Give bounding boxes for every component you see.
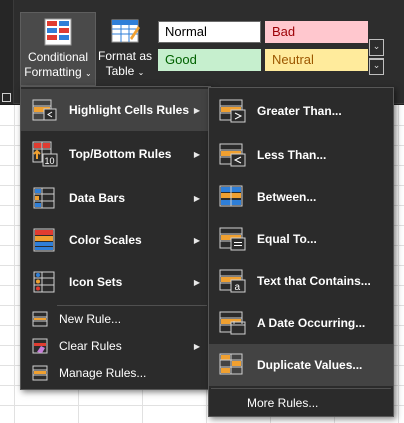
conditional-formatting-label-1: Conditional (27, 50, 89, 64)
icon-sets-icon (21, 271, 69, 293)
menu-item-data-bars[interactable]: Data Bars ▶ (21, 177, 210, 219)
format-as-table-label-2: Table ⌄ (98, 64, 152, 80)
highlight-cells-rules-icon (21, 99, 69, 121)
menu-item-label: Data Bars (69, 191, 126, 205)
equal-to-icon (209, 227, 257, 251)
submenu-item-label: Duplicate Values... (257, 358, 363, 372)
menu-item-clear-rules[interactable]: Clear Rules ▶ (21, 333, 210, 359)
style-normal[interactable]: Normal (158, 21, 261, 43)
style-neutral[interactable]: Neutral (265, 49, 368, 71)
data-bars-icon (21, 187, 69, 209)
menu-item-top-bottom-rules[interactable]: 10 Top/Bottom Rules ▶ (21, 133, 210, 175)
conditional-formatting-menu: Highlight Cells Rules ▶ 10 Top/Bottom Ru… (20, 86, 211, 390)
menu-item-label: Highlight Cells Rules (69, 103, 190, 117)
submenu-item-label: Text that Contains... (257, 274, 371, 288)
gallery-scroll-down-button[interactable]: ⌄ (369, 39, 384, 56)
svg-text:10: 10 (45, 156, 55, 166)
style-bad[interactable]: Bad (265, 21, 368, 43)
menu-item-label: Icon Sets (69, 275, 123, 289)
conditional-formatting-icon (44, 18, 72, 46)
submenu-item-label: Less Than... (257, 148, 327, 162)
menu-item-label: Color Scales (69, 233, 142, 247)
chevron-down-icon: ⌄ (137, 68, 145, 77)
chevron-right-icon: ▶ (193, 341, 200, 351)
color-scales-icon (21, 228, 69, 252)
format-as-table-button[interactable]: Format as Table ⌄ (98, 12, 152, 86)
menu-item-new-rule[interactable]: New Rule... (21, 306, 210, 332)
menu-item-highlight-cells-rules[interactable]: Highlight Cells Rules ▶ (21, 89, 210, 131)
format-as-table-icon (111, 19, 140, 43)
svg-text:a: a (235, 282, 241, 293)
chevron-right-icon: ▶ (193, 105, 200, 115)
menu-item-label: Manage Rules... (59, 366, 147, 380)
submenu-item-label: A Date Occurring... (257, 316, 366, 330)
chevron-right-icon: ▶ (193, 277, 200, 287)
highlight-cells-rules-submenu: Greater Than... Less Than... Between... … (208, 87, 394, 417)
menu-item-color-scales[interactable]: Color Scales ▶ (21, 219, 210, 261)
menu-item-label: Top/Bottom Rules (69, 147, 172, 161)
clear-rules-icon (21, 338, 59, 354)
text-contains-icon: a (209, 269, 257, 293)
between-icon (209, 185, 257, 209)
submenu-item-between[interactable]: Between... (209, 176, 393, 218)
new-rule-icon (21, 311, 59, 327)
top-bottom-rules-icon: 10 (21, 141, 69, 167)
less-than-icon (209, 143, 257, 167)
duplicate-values-icon (209, 353, 257, 377)
chevron-right-icon: ▶ (193, 235, 200, 245)
submenu-item-label: More Rules... (247, 396, 319, 410)
conditional-formatting-button[interactable]: Conditional Formatting ⌄ (20, 12, 96, 86)
menu-item-icon-sets[interactable]: Icon Sets ▶ (21, 261, 210, 303)
chevron-down-icon: ⌄ (85, 69, 92, 78)
style-good[interactable]: Good (158, 49, 261, 71)
ribbon-left-edge (0, 0, 14, 104)
menu-item-label: Clear Rules (59, 339, 122, 353)
submenu-item-label: Equal To... (257, 232, 317, 246)
submenu-item-less-than[interactable]: Less Than... (209, 134, 393, 176)
menu-separator (211, 388, 391, 389)
date-occurring-icon (209, 311, 257, 335)
manage-rules-icon (21, 365, 59, 381)
submenu-item-label: Greater Than... (257, 104, 342, 118)
gallery-more-button[interactable]: ⌄ (369, 58, 384, 75)
submenu-item-duplicate-values[interactable]: Duplicate Values... (209, 344, 393, 386)
submenu-item-more-rules[interactable]: More Rules... (209, 390, 393, 416)
conditional-formatting-label-2: Formatting ⌄ (21, 65, 95, 81)
greater-than-icon (209, 99, 257, 123)
submenu-item-equal-to[interactable]: Equal To... (209, 218, 393, 260)
format-as-table-label-1: Format as (98, 49, 153, 63)
submenu-item-date-occurring[interactable]: A Date Occurring... (209, 302, 393, 344)
conditional-formatting-label-2-text: Formatting (24, 65, 82, 79)
chevron-down-icon: ⌄ (372, 41, 381, 51)
more-icon: ⌄ (372, 60, 381, 70)
dialog-launcher-icon[interactable] (2, 93, 11, 102)
format-as-table-label-2-text: Table (105, 64, 135, 78)
chevron-right-icon: ▶ (193, 193, 200, 203)
chevron-right-icon: ▶ (193, 149, 200, 159)
submenu-item-greater-than[interactable]: Greater Than... (209, 90, 393, 132)
submenu-item-text-contains[interactable]: a Text that Contains... (209, 260, 393, 302)
menu-item-manage-rules[interactable]: Manage Rules... (21, 360, 210, 386)
menu-item-label: New Rule... (59, 312, 122, 326)
submenu-item-label: Between... (257, 190, 317, 204)
